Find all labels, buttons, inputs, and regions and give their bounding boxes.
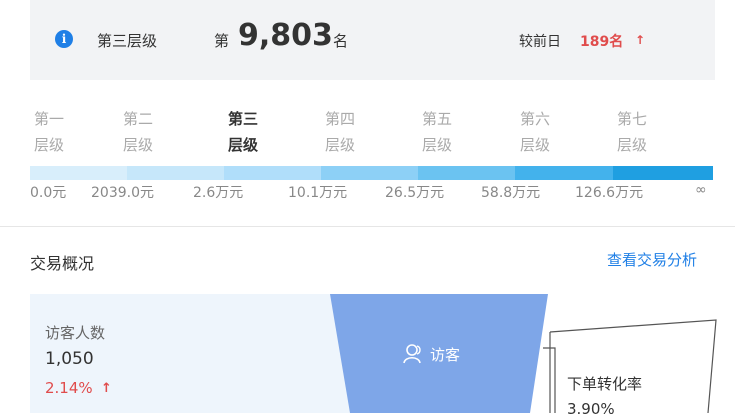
info-icon[interactable]: i <box>55 30 73 48</box>
conversion-card <box>543 319 717 413</box>
tier-bar-1 <box>30 166 127 180</box>
tier-threshold-2: 2039.0元 <box>91 185 154 201</box>
visitor-label: 访客人数 <box>45 324 106 342</box>
tier-threshold-7: 126.6万元 <box>575 185 644 201</box>
tier-threshold-6: 58.8万元 <box>481 185 541 201</box>
tier-label-2: 第二 层级 <box>122 110 153 154</box>
tier-threshold-infinity: ∞ <box>695 182 707 198</box>
funnel-visitor-label: 访客 <box>402 343 460 365</box>
conversion-rate-value: 3.90% <box>567 400 615 418</box>
tier-label-1: 第一 层级 <box>33 110 64 154</box>
tier-label-6: 第六 层级 <box>519 110 550 154</box>
view-trade-analysis-link[interactable]: 查看交易分析 <box>607 249 697 270</box>
rank-prefix: 第 <box>214 32 230 50</box>
tier-bar-6 <box>515 166 613 180</box>
tier-threshold-3: 2.6万元 <box>193 185 244 201</box>
section-divider <box>0 226 735 227</box>
visitor-change: 2.14% <box>45 379 93 397</box>
tier-label-4: 第四 层级 <box>324 110 355 154</box>
section-title: 交易概况 <box>30 254 95 273</box>
tier-label-3: 第三 层级 <box>227 110 258 154</box>
arrow-up-icon: ↑ <box>101 381 112 396</box>
user-icon <box>403 344 421 364</box>
tier-bar-7 <box>613 166 713 180</box>
compare-value: 189名 <box>580 34 624 50</box>
tier-threshold-4: 10.1万元 <box>288 185 348 201</box>
tier-bar-5 <box>418 166 515 180</box>
compare-label: 较前日 <box>519 34 561 50</box>
visitor-count: 1,050 <box>45 349 94 369</box>
tier-bar-2 <box>127 166 224 180</box>
rank-number: 9,803 <box>238 18 333 53</box>
current-level-name: 第三层级 <box>97 32 158 50</box>
tier-label-7: 第七 层级 <box>616 110 647 154</box>
tier-bar-4 <box>321 166 418 180</box>
tier-threshold-5: 26.5万元 <box>385 185 445 201</box>
rank-suffix: 名 <box>333 32 349 50</box>
tier-bar-3 <box>224 166 321 180</box>
tier-threshold-1: 0.0元 <box>30 185 67 201</box>
conversion-rate-label: 下单转化率 <box>567 375 643 393</box>
tier-label-5: 第五 层级 <box>421 110 452 154</box>
arrow-up-icon: ↑ <box>635 33 646 47</box>
